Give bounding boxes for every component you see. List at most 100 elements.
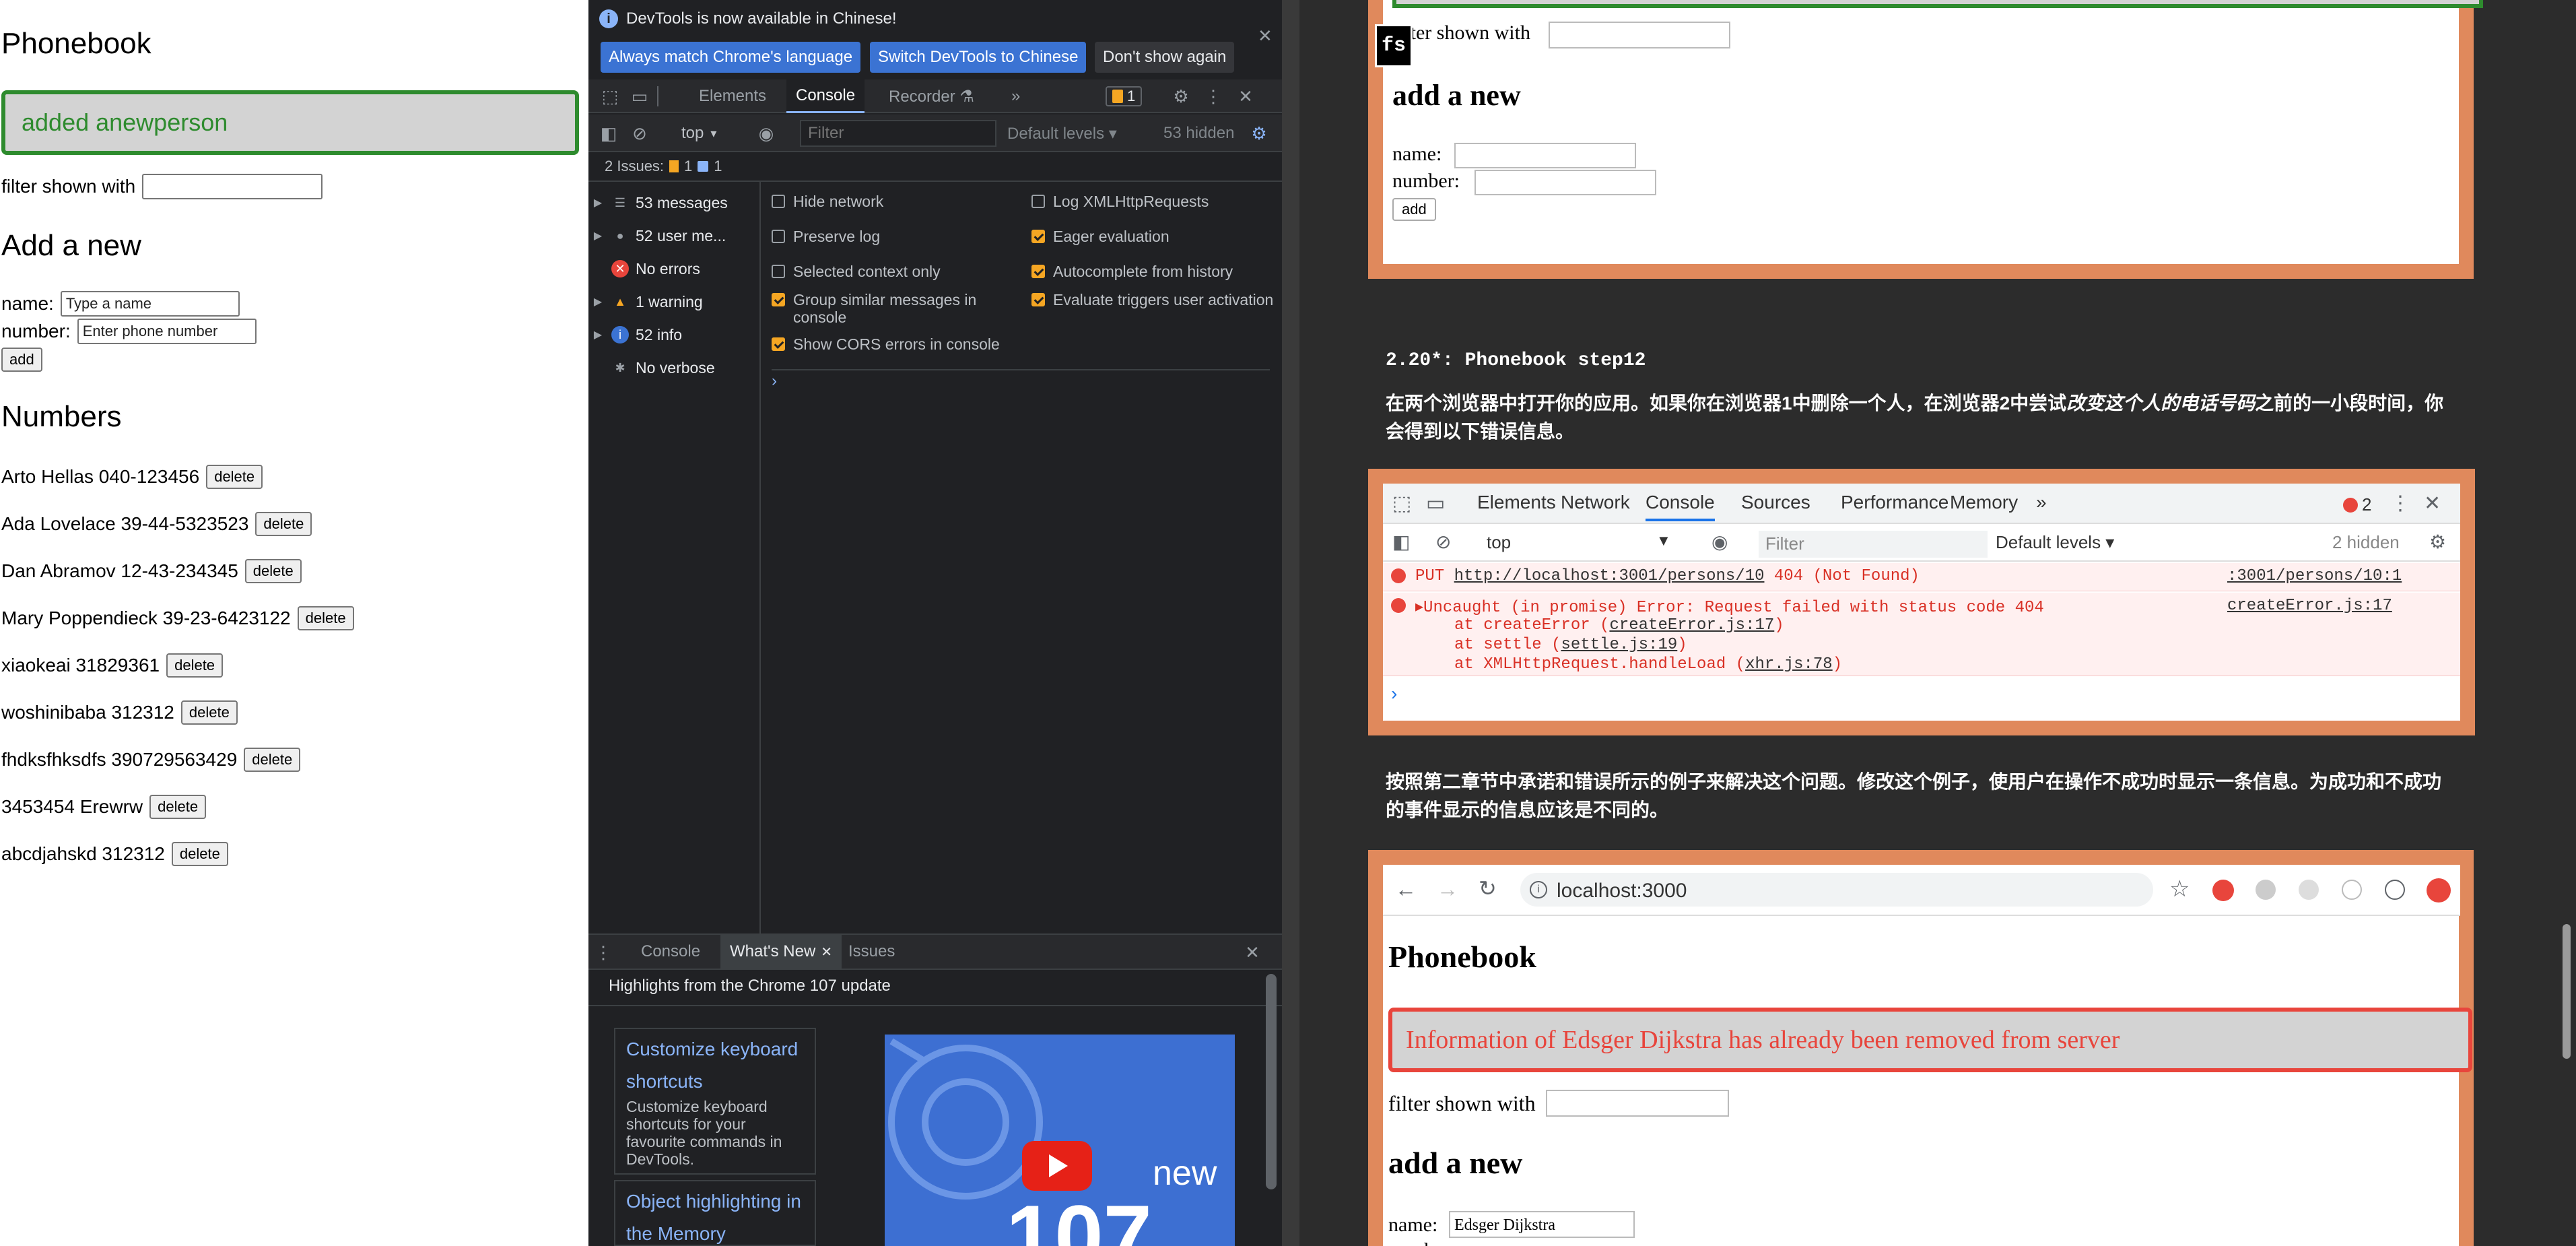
delete-button[interactable]: delete xyxy=(206,465,263,489)
checkbox[interactable] xyxy=(772,230,785,243)
delete-button[interactable]: delete xyxy=(244,559,302,583)
drawer-scrollbar[interactable] xyxy=(1266,974,1277,1189)
expand-arrow-icon[interactable]: ▶ xyxy=(588,229,607,242)
console-setting-checkbox[interactable]: Hide network xyxy=(772,193,1027,210)
expand-arrow-icon[interactable]: ▶ xyxy=(588,328,607,341)
stack-paren: ) xyxy=(1774,616,1784,634)
delete-button[interactable]: delete xyxy=(149,795,207,819)
course-article: filter shown with add a new name: number… xyxy=(1299,0,2576,1246)
console-setting-checkbox[interactable]: Preserve log xyxy=(772,228,1027,245)
inspect-icon[interactable]: ⬚ xyxy=(598,84,622,108)
window-divider[interactable] xyxy=(1282,0,1299,1246)
number-input[interactable] xyxy=(77,319,257,344)
clear-console-icon: ⊘ xyxy=(1435,531,1452,552)
console-sidebar-item[interactable]: ▶ i 52 info xyxy=(588,318,761,352)
device-toolbar-icon[interactable]: ▭ xyxy=(628,84,652,108)
banner-close-icon[interactable]: ✕ xyxy=(1258,26,1273,46)
delete-button[interactable]: delete xyxy=(171,842,228,866)
delete-button[interactable]: delete xyxy=(255,512,312,536)
close-drawer-icon[interactable]: ✕ xyxy=(1240,940,1264,964)
paragraph-text: 在两个浏览器中打开你的应用。如果你在浏览器1中删除一个人，在浏览器2中尝试 xyxy=(1386,393,2067,414)
browser-screenshot-frame: ← → ↻ i localhost:3000 ☆ Phonebook Infor… xyxy=(1368,850,2474,1246)
delete-button[interactable]: delete xyxy=(166,653,224,678)
dropdown-arrow-icon: ▼ xyxy=(1656,532,1671,549)
expand-arrow-icon[interactable]: ▶ xyxy=(588,295,607,308)
drawer-tab-whats-new[interactable]: What's New ✕ xyxy=(720,935,842,969)
drawer-tab-console[interactable]: Console xyxy=(632,935,710,969)
checkbox[interactable] xyxy=(1031,265,1045,278)
checkbox[interactable] xyxy=(772,265,785,278)
paragraph-emphasis: 改变这个人的电话号码 xyxy=(2066,393,2256,414)
delete-button[interactable]: delete xyxy=(297,606,354,630)
section-paragraph-2: 按照第二章节中承诺和错误所示的例子来解决这个问题。修改这个例子，使用户在操作不成… xyxy=(1386,771,2442,820)
more-menu-icon[interactable]: ⋮ xyxy=(1201,84,1225,108)
console-filter-input[interactable] xyxy=(800,120,996,147)
close-tab-icon[interactable]: ✕ xyxy=(821,944,832,960)
checkbox[interactable] xyxy=(1031,195,1045,208)
filter-input[interactable] xyxy=(142,174,323,199)
setting-label: Autocomplete from history xyxy=(1053,263,1233,280)
checkbox[interactable] xyxy=(772,195,785,208)
console-setting-checkbox[interactable]: Autocomplete from history xyxy=(1031,263,1274,280)
checkbox[interactable] xyxy=(1031,293,1045,306)
filter-label: filter shown with xyxy=(1388,1091,1536,1115)
console-sidebar-item[interactable]: ✕ No errors xyxy=(588,252,761,286)
close-devtools-icon[interactable]: ✕ xyxy=(1233,84,1258,108)
dont-show-button[interactable]: Don't show again xyxy=(1095,42,1235,73)
issues-bar[interactable]: 2 Issues: 1 1 xyxy=(588,152,1282,182)
name-input[interactable] xyxy=(60,291,240,317)
add-button[interactable]: add xyxy=(1392,198,1436,221)
checkbox[interactable] xyxy=(1031,230,1045,243)
drawer-tab-issues[interactable]: Issues xyxy=(839,935,904,969)
settings-gear-icon[interactable]: ⚙ xyxy=(1169,84,1193,108)
console-sidebar-item[interactable]: ✱ No verbose xyxy=(588,351,761,385)
tab-elements[interactable]: Elements xyxy=(689,79,776,113)
add-button[interactable]: add xyxy=(1,348,42,372)
page-scrollbar-thumb[interactable] xyxy=(2563,924,2571,1059)
whats-new-card-memory[interactable]: Object highlighting in the Memory xyxy=(614,1180,816,1246)
stack-paren: ) xyxy=(1832,655,1843,674)
console-setting-checkbox[interactable]: Log XMLHttpRequests xyxy=(1031,193,1274,210)
console-settings-gear-icon[interactable]: ⚙ xyxy=(1247,121,1271,145)
card-title: Customize keyboard shortcuts xyxy=(626,1039,799,1092)
filter-input[interactable] xyxy=(1549,22,1730,48)
console-sidebar: ▶ ☰ 53 messages ▶ ● 52 user me... ✕ No errors ▶ ▲… xyxy=(588,181,761,935)
setting-label: Log XMLHttpRequests xyxy=(1053,193,1209,210)
live-expression-eye-icon[interactable]: ◉ xyxy=(754,121,778,145)
context-selector[interactable]: top ▾ xyxy=(681,121,716,145)
checkbox[interactable] xyxy=(772,293,785,306)
match-language-button[interactable]: Always match Chrome's language xyxy=(601,42,861,73)
setting-label: Evaluate triggers user activation xyxy=(1053,291,1274,308)
console-toolbar: ◧ ⊘ top ▾ ◉ Default levels ▾ 53 hidden ⚙ xyxy=(588,114,1282,152)
console-prompt-icon[interactable]: › xyxy=(772,372,777,391)
warning-icon: ▲ xyxy=(614,294,626,308)
delete-button[interactable]: delete xyxy=(180,700,238,725)
console-sidebar-item[interactable]: ▶ ● 52 user me... xyxy=(588,219,761,253)
number-input[interactable] xyxy=(1475,170,1656,195)
page-scrollbar[interactable] xyxy=(2558,0,2576,1246)
tab-console[interactable]: Console xyxy=(786,79,865,113)
console-sidebar-item[interactable]: ▶ ☰ 53 messages xyxy=(588,186,761,220)
sidebar-toggle-icon: ◧ xyxy=(1392,531,1411,552)
console-sidebar-item[interactable]: ▶ ▲ 1 warning xyxy=(588,285,761,319)
drawer-menu-icon[interactable]: ⋮ xyxy=(591,940,615,964)
more-tabs-icon[interactable]: » xyxy=(1002,79,1029,113)
default-levels-dropdown[interactable]: Default levels ▾ xyxy=(1007,124,1117,143)
sidebar-toggle-icon[interactable]: ◧ xyxy=(597,121,621,145)
console-setting-checkbox[interactable]: Eager evaluation xyxy=(1031,228,1274,245)
youtube-play-icon[interactable] xyxy=(1022,1141,1092,1191)
tab-recorder[interactable]: Recorder ⚗ xyxy=(879,79,984,113)
switch-chinese-button[interactable]: Switch DevTools to Chinese xyxy=(870,42,1087,73)
console-setting-checkbox[interactable]: Show CORS errors in console xyxy=(772,335,1027,353)
expand-arrow-icon[interactable]: ▶ xyxy=(588,196,607,209)
delete-button[interactable]: delete xyxy=(244,748,301,772)
whats-new-video-thumbnail[interactable]: new 107 xyxy=(885,1035,1235,1246)
console-setting-checkbox[interactable]: Group similar messages in console xyxy=(772,291,1027,326)
clear-console-icon[interactable]: ⊘ xyxy=(628,121,652,145)
console-setting-checkbox[interactable]: Selected context only xyxy=(772,263,1027,280)
console-setting-checkbox[interactable]: Evaluate triggers user activation xyxy=(1031,291,1274,308)
name-input[interactable] xyxy=(1454,143,1636,168)
whats-new-card-shortcuts[interactable]: Customize keyboard shortcuts Customize k… xyxy=(614,1028,816,1175)
issues-counter[interactable]: 1 xyxy=(1106,86,1143,106)
checkbox[interactable] xyxy=(772,337,785,351)
